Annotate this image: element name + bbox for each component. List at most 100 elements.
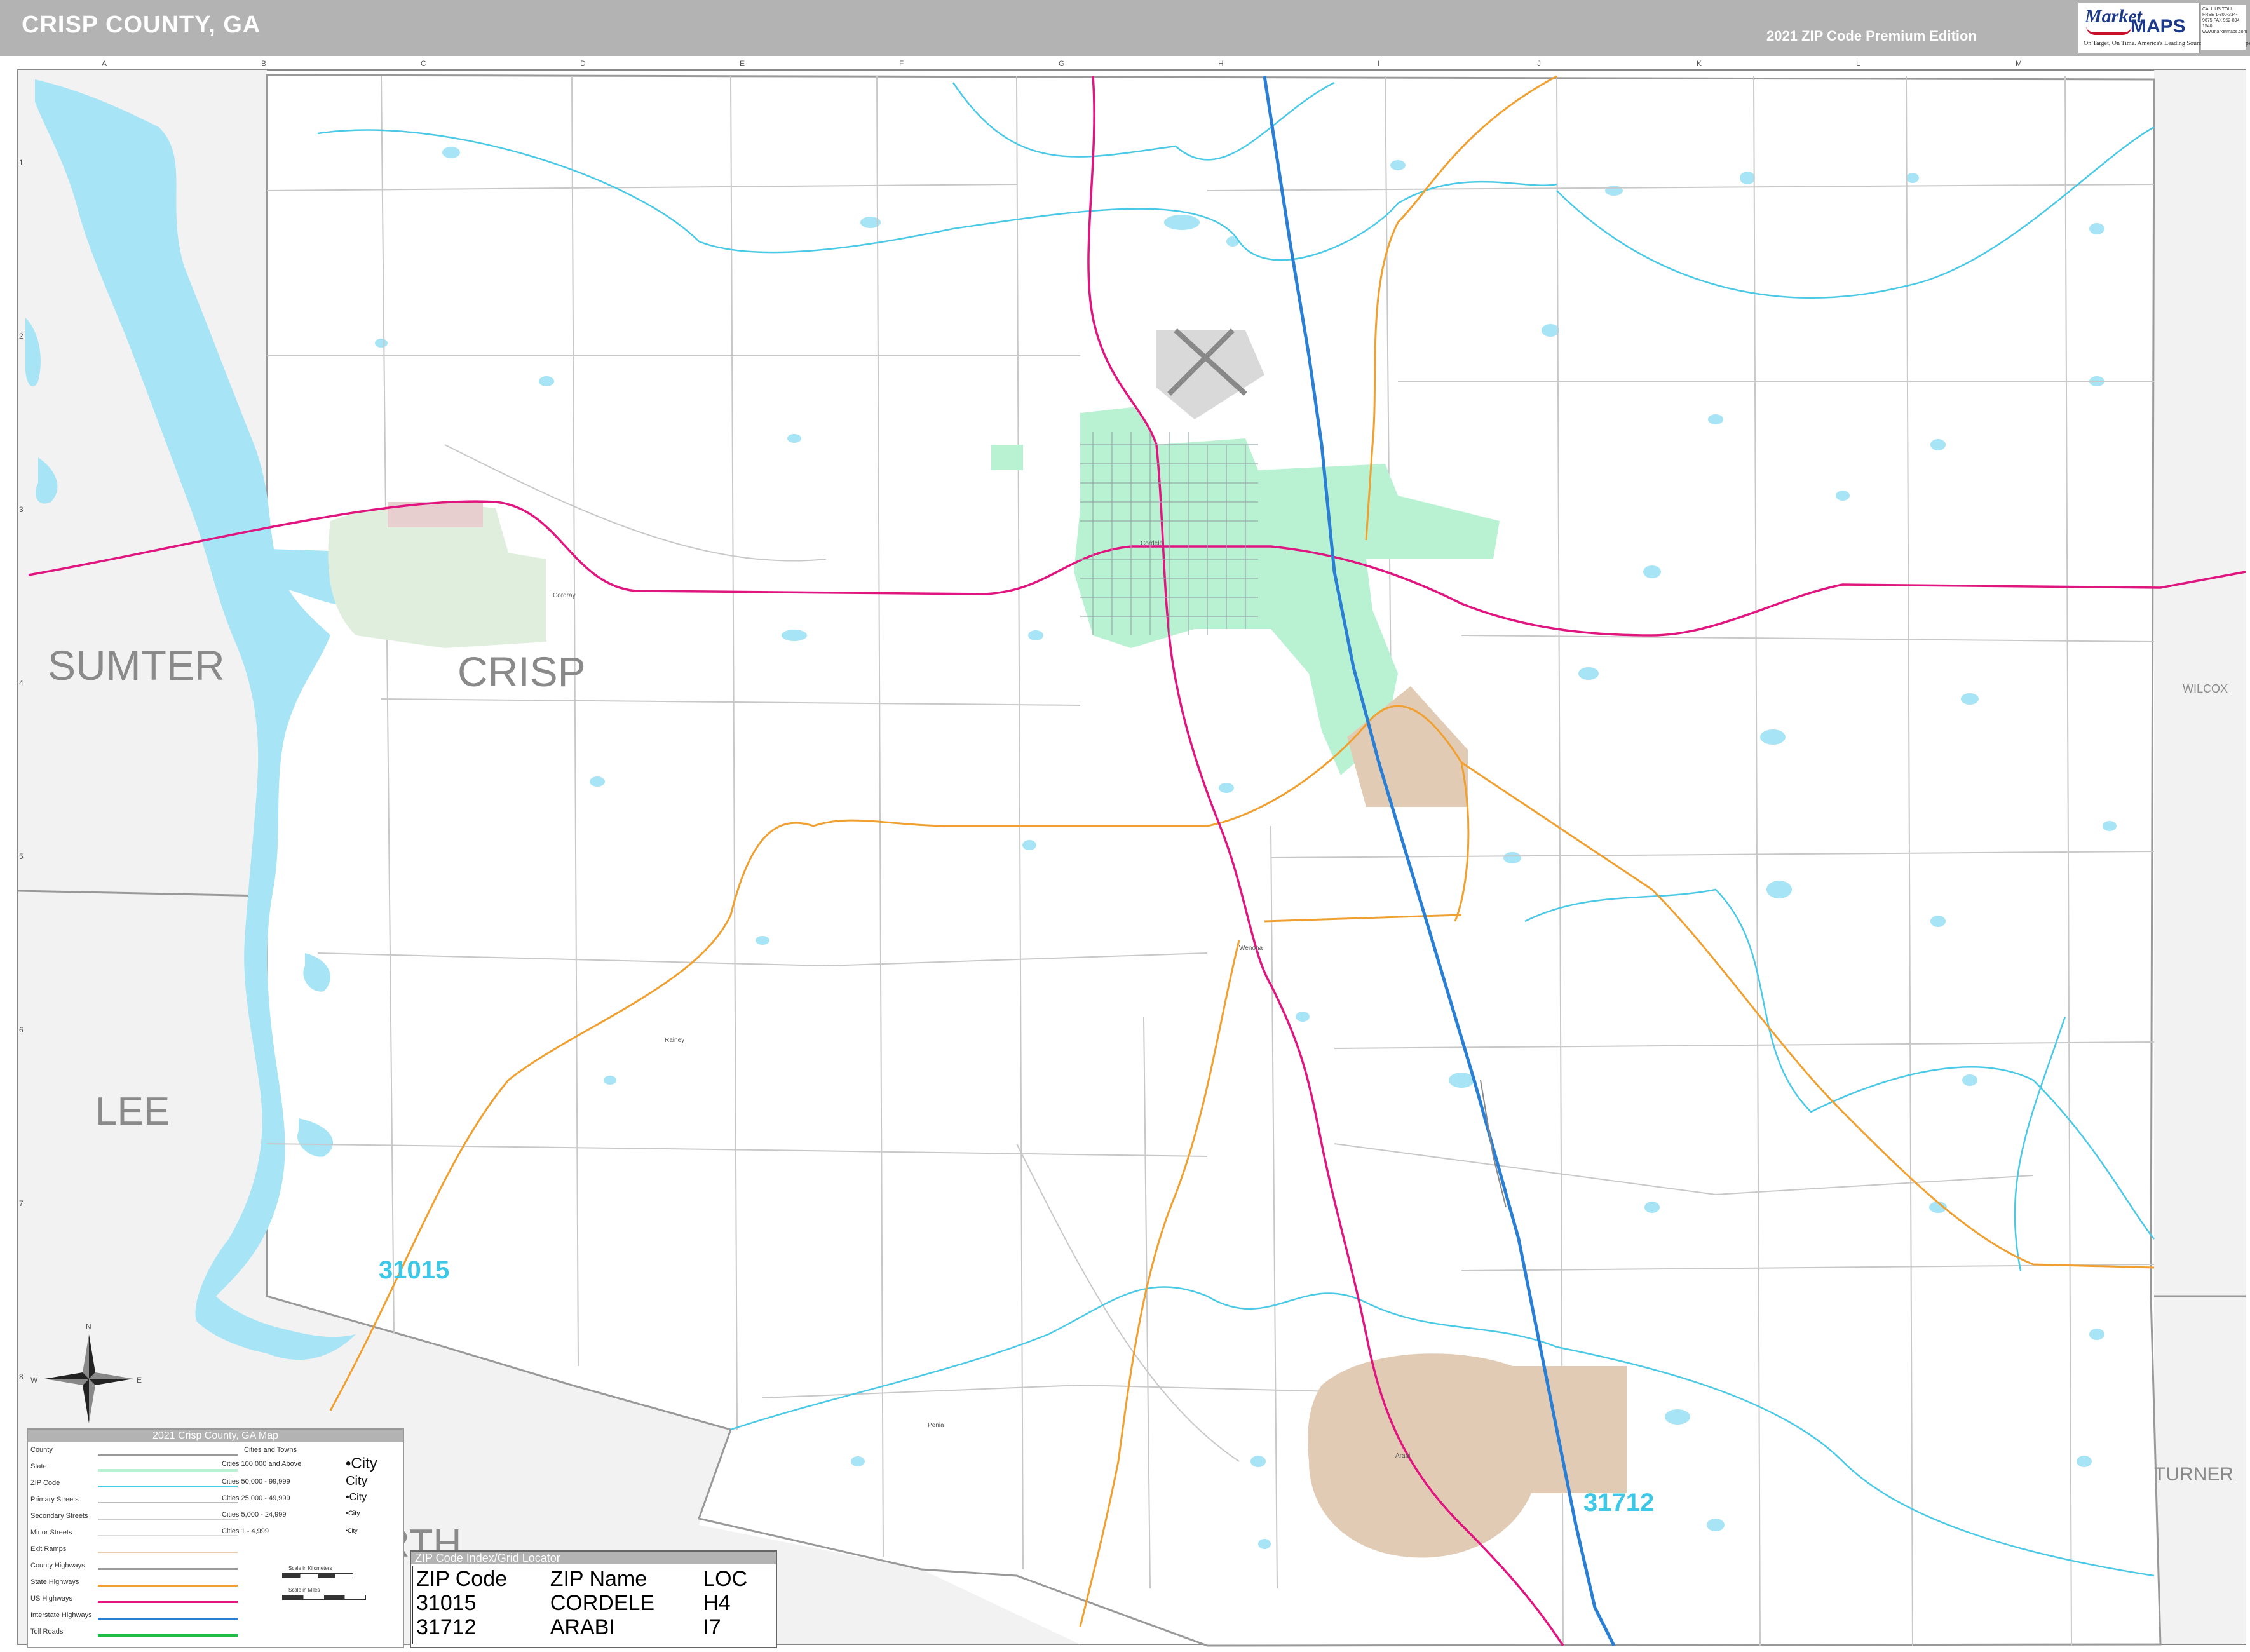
- market-maps-logo: Market MAPS On Target, On Time. America'…: [2078, 3, 2250, 53]
- legend-secondary: Secondary Streets: [30, 1512, 88, 1520]
- county-label-crisp: CRISP: [457, 648, 586, 695]
- legend-county-hwy-swatch: [98, 1568, 238, 1570]
- legend-us-hwy-swatch: [98, 1601, 238, 1603]
- place-rainey: Rainey: [665, 1037, 684, 1044]
- compass-e: E: [137, 1376, 142, 1385]
- grid-row-8: 8: [19, 1372, 24, 1381]
- legend-scale-km-bar: [282, 1573, 353, 1578]
- grid-col-d: D: [580, 59, 586, 68]
- zip-index-name: ARABI: [550, 1615, 615, 1639]
- legend-state-swatch: [98, 1469, 238, 1472]
- legend-city-100k: Cities 100,000 and Above: [222, 1460, 302, 1468]
- legend-scale-mi-label: Scale in Miles: [288, 1587, 320, 1593]
- table-row: 31015 CORDELE H4: [414, 1591, 769, 1615]
- legend-title: 2021 Crisp County, GA Map: [28, 1430, 403, 1442]
- zip-index-table: ZIP Code ZIP Name LOC 31015 CORDELE H4 3…: [414, 1567, 769, 1639]
- legend-exit-ramps: Exit Ramps: [30, 1545, 67, 1553]
- edition-label: 2021 ZIP Code Premium Edition: [1766, 28, 1977, 44]
- legend-interstate-swatch: [98, 1618, 238, 1620]
- grid-col-h: H: [1218, 59, 1224, 68]
- map-legend: 2021 Crisp County, GA Map County State Z…: [27, 1428, 404, 1648]
- grid-row-7: 7: [19, 1199, 24, 1208]
- county-label-lee: LEE: [95, 1090, 170, 1134]
- legend-primary: Primary Streets: [30, 1496, 79, 1503]
- legend-zip: ZIP Code: [30, 1479, 60, 1487]
- legend-minor: Minor Streets: [30, 1529, 72, 1536]
- zip-index-header-name: ZIP Name: [550, 1567, 647, 1591]
- legend-city-1: Cities 1 - 4,999: [222, 1527, 269, 1535]
- zip-label-31015: 31015: [379, 1256, 449, 1284]
- legend-zip-swatch: [98, 1486, 238, 1487]
- legend-scale-mi-bar: [282, 1595, 366, 1600]
- legend-city-50k-demo: City: [346, 1474, 368, 1488]
- place-cordray: Cordray: [553, 592, 576, 599]
- grid-column-labels: A B C D E F G H I J K L M: [102, 59, 2022, 68]
- grid-col-j: J: [1537, 59, 1541, 68]
- grid-col-g: G: [1059, 59, 1064, 68]
- legend-cities-header: Cities and Towns: [244, 1446, 297, 1454]
- county-label-sumter: SUMTER: [48, 642, 225, 689]
- grid-col-i: I: [1378, 59, 1379, 68]
- header-bar: CRISP COUNTY, GA 2021 ZIP Code Premium E…: [0, 0, 2250, 56]
- grid-col-l: L: [1856, 59, 1860, 68]
- legend-city-5k-demo: •City: [346, 1510, 360, 1517]
- zip-index-header-row: ZIP Code ZIP Name LOC: [414, 1567, 769, 1591]
- zip-index-title: ZIP Code Index/Grid Locator: [411, 1552, 776, 1564]
- zip-index-zip: 31712: [416, 1615, 477, 1639]
- grid-row-4: 4: [19, 679, 24, 687]
- legend-exit-ramps-swatch: [98, 1552, 238, 1553]
- grid-col-k: K: [1697, 59, 1702, 68]
- zip-index-name: CORDELE: [550, 1591, 655, 1615]
- logo-word-maps: MAPS: [2131, 16, 2186, 37]
- legend-state: State: [30, 1463, 47, 1470]
- county-map[interactable]: A B C D E F G H I J K L M 1 2 3 4 5 6 7 …: [0, 56, 2250, 1652]
- contact-info: CALL US TOLL FREE 1-800-334-9675 FAX 952…: [2201, 5, 2247, 50]
- table-row: 31712 ARABI I7: [414, 1615, 769, 1639]
- place-cordele: Cordele: [1141, 540, 1163, 547]
- legend-us-hwy: US Highways: [30, 1595, 73, 1602]
- grid-row-5: 5: [19, 852, 24, 861]
- zip-code-index: ZIP Code Index/Grid Locator ZIP Code ZIP…: [410, 1550, 777, 1648]
- cordele-outlier: [991, 445, 1023, 470]
- grid-col-f: F: [899, 59, 904, 68]
- outside-county-east: [2154, 70, 2246, 1644]
- zip-label-31712: 31712: [1583, 1489, 1654, 1517]
- legend-state-hwy: State Highways: [30, 1578, 79, 1586]
- grid-row-1: 1: [19, 158, 24, 167]
- county-label-turner: TURNER: [2154, 1464, 2233, 1485]
- legend-city-5k: Cities 5,000 - 24,999: [222, 1511, 287, 1519]
- zip-index-header-loc: LOC: [703, 1567, 748, 1591]
- zip-index-zip: 31015: [416, 1591, 477, 1615]
- zip-index-loc: I7: [703, 1615, 721, 1639]
- zip-index-header-zip: ZIP Code: [416, 1567, 508, 1591]
- legend-city-100k-demo: •City: [346, 1455, 377, 1472]
- grid-col-c: C: [421, 59, 426, 68]
- grid-row-6: 6: [19, 1026, 24, 1034]
- grid-col-e: E: [740, 59, 745, 68]
- legend-city-25k-demo: •City: [346, 1492, 367, 1503]
- grid-row-2: 2: [19, 332, 24, 341]
- legend-county: County: [30, 1446, 53, 1454]
- compass-w: W: [30, 1376, 38, 1385]
- grid-col-m: M: [2016, 59, 2022, 68]
- legend-scale-km-label: Scale in Kilometers: [288, 1566, 332, 1571]
- grid-col-b: B: [261, 59, 266, 68]
- legend-county-swatch: [98, 1454, 238, 1456]
- county-label-wilcox: WILCOX: [2183, 682, 2228, 695]
- place-wenona: Wenona: [1239, 945, 1263, 952]
- legend-toll-roads: Toll Roads: [30, 1628, 64, 1635]
- legend-secondary-swatch: [98, 1519, 238, 1520]
- legend-toll-roads-swatch: [98, 1634, 238, 1637]
- logo-swoosh-icon: [2086, 26, 2132, 35]
- legend-city-25k: Cities 25,000 - 49,999: [222, 1494, 290, 1502]
- compass-n: N: [86, 1322, 91, 1331]
- grid-col-a: A: [102, 59, 107, 68]
- zip-index-loc: H4: [703, 1591, 731, 1615]
- legend-city-50k: Cities 50,000 - 99,999: [222, 1478, 290, 1486]
- place-penia: Penia: [928, 1422, 944, 1429]
- legend-minor-swatch: [98, 1535, 238, 1536]
- legend-state-hwy-swatch: [98, 1585, 238, 1587]
- grid-row-3: 3: [19, 505, 24, 514]
- place-arabi: Arabi: [1395, 1452, 1410, 1459]
- legend-interstate: Interstate Highways: [30, 1611, 92, 1619]
